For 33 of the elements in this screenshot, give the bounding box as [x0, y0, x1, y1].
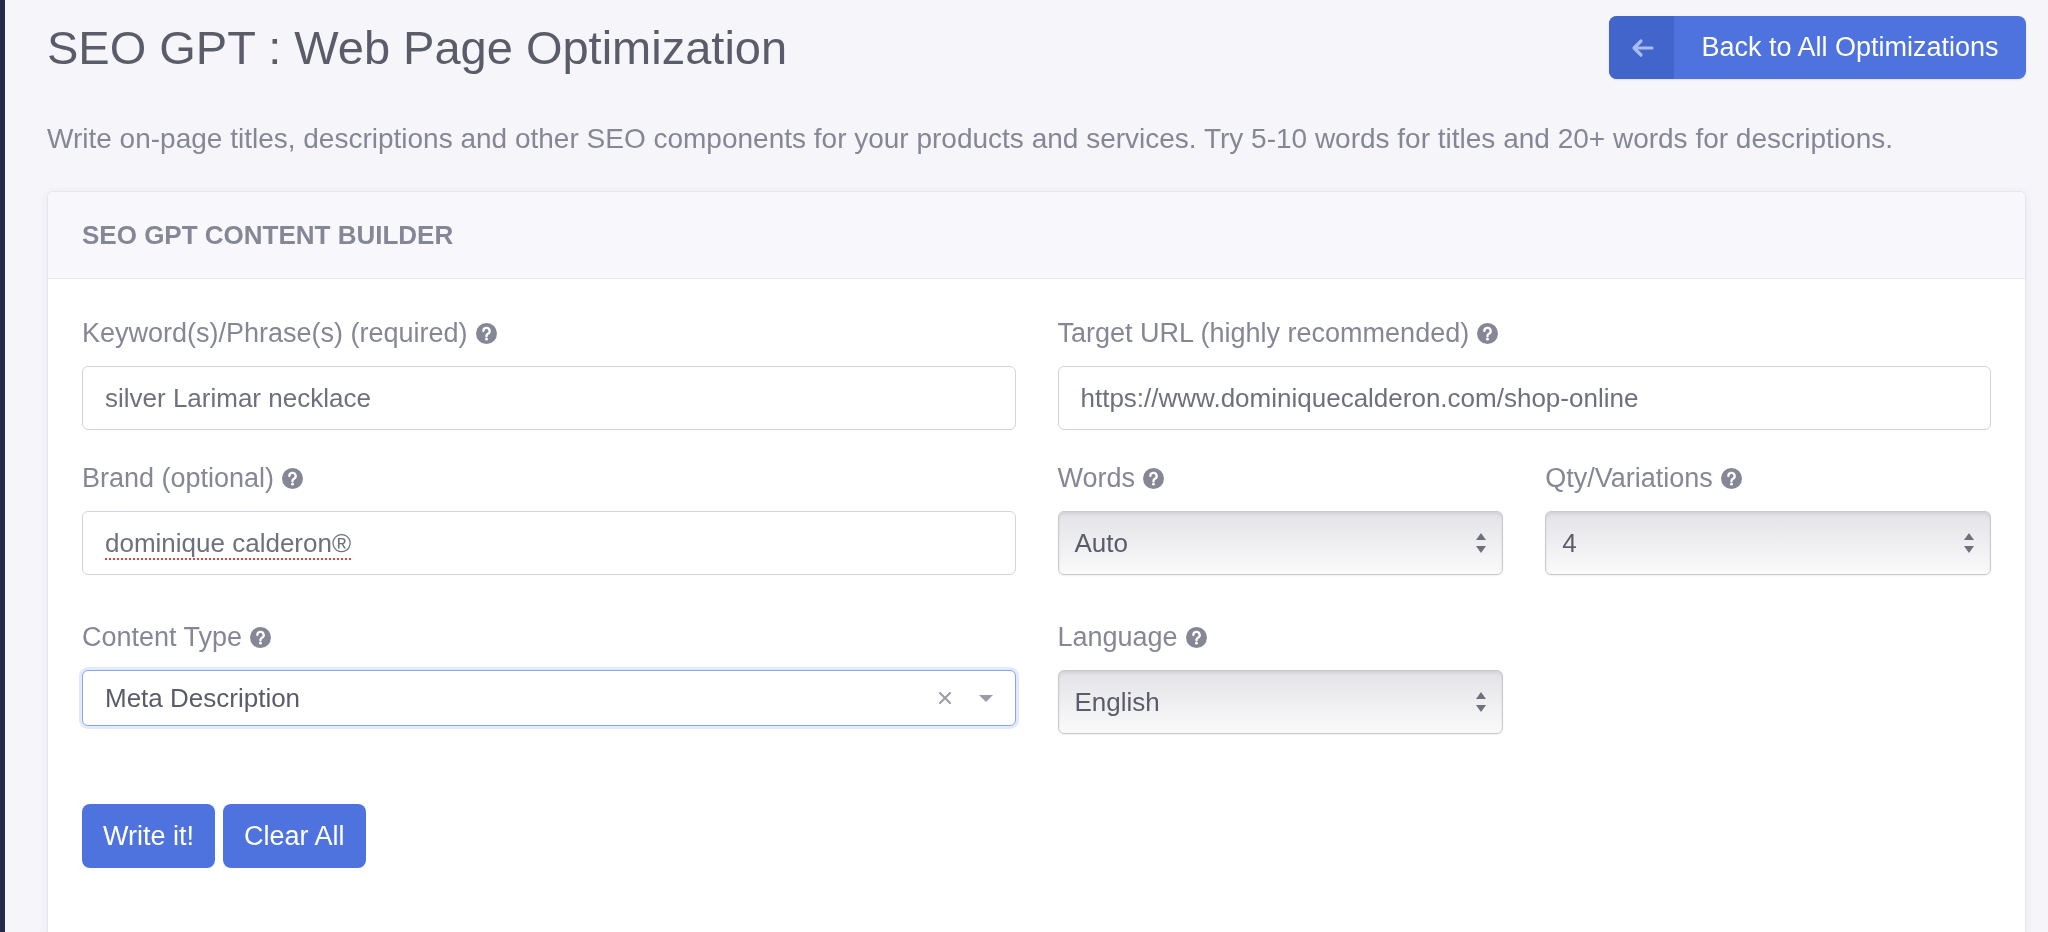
caret-down-icon [978, 694, 993, 702]
text-input[interactable]: dominique calderon® [82, 511, 1016, 575]
select-dropdown[interactable]: 4 [1545, 511, 1991, 575]
help-icon[interactable] [475, 322, 497, 344]
updown-arrows-icon [1476, 692, 1487, 712]
updown-arrows-icon [1964, 533, 1974, 553]
page-title: SEO GPT : Web Page Optimization [47, 20, 788, 76]
select-dropdown[interactable]: Auto [1057, 511, 1504, 575]
page-description: Write on-page titles, descriptions and other SEO components for your products and services. Try 5-10 words for titles and 20+ words for descriptions. [47, 122, 1895, 156]
submit-button[interactable]: Write it! [82, 804, 215, 868]
field-label: Language [1057, 621, 1178, 653]
combo-dropdown[interactable]: Meta Description [82, 670, 1016, 726]
clear-button[interactable]: Clear All [223, 804, 366, 868]
help-icon[interactable] [1185, 626, 1207, 648]
updown-arrows-icon [1476, 533, 1487, 553]
field-label: Words [1057, 462, 1136, 494]
select-dropdown[interactable]: English [1057, 670, 1504, 734]
help-icon[interactable] [1720, 467, 1742, 489]
field-label: Brand (optional) [82, 462, 275, 494]
help-icon[interactable] [1143, 467, 1165, 489]
card-title: SEO GPT CONTENT BUILDER [82, 219, 454, 251]
arrow-left-icon [1609, 16, 1674, 79]
back-button[interactable]: Back to All Optimizations [1609, 16, 2026, 79]
text-input[interactable]: https://www.dominiquecalderon.com/shop-online [1057, 366, 1991, 430]
field-label: Content Type [82, 621, 243, 653]
field-label: Qty/Variations [1545, 462, 1713, 494]
text-input[interactable]: silver Larimar necklace [82, 366, 1016, 430]
help-icon[interactable] [1477, 322, 1499, 344]
help-icon[interactable] [282, 467, 304, 489]
field-label: Target URL (highly recommended) [1057, 317, 1470, 349]
help-icon[interactable] [250, 626, 272, 648]
clear-icon[interactable] [938, 692, 951, 704]
field-label: Keyword(s)/Phrase(s) (required) [82, 317, 468, 349]
